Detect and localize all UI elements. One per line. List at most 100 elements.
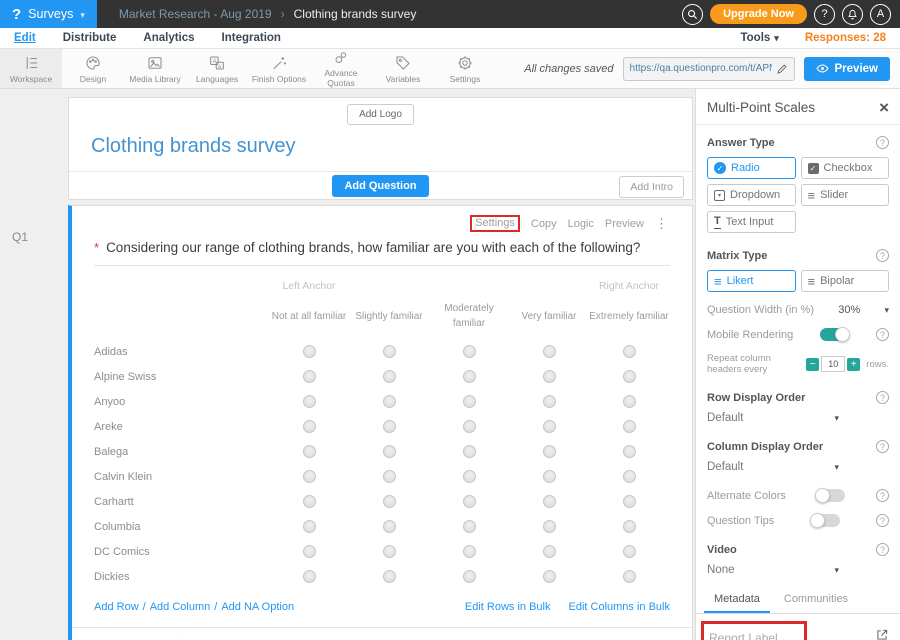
edit-pencil-icon[interactable] (776, 63, 788, 75)
matrix-radio[interactable] (383, 495, 396, 508)
matrix-radio[interactable] (623, 445, 636, 458)
survey-url-field[interactable]: https://qa.questionpro.com/t/APNrFZfQ (623, 57, 795, 81)
help-icon[interactable] (876, 136, 889, 149)
matrix-radio[interactable] (543, 370, 556, 383)
matrix-radio[interactable] (543, 495, 556, 508)
tool-advance-quotas[interactable]: Advance Quotas (310, 49, 372, 88)
help-icon[interactable] (876, 391, 889, 404)
tools-menu[interactable]: Tools (740, 32, 778, 44)
tab-integration[interactable]: Integration (222, 32, 281, 44)
add-intro-button[interactable]: Add Intro (619, 176, 684, 198)
matrix-radio[interactable] (543, 395, 556, 408)
matrix-radio[interactable] (543, 545, 556, 558)
edit-rows-in-bulk-link[interactable]: Edit Rows in Bulk (465, 601, 551, 613)
kebab-menu-icon[interactable] (655, 216, 668, 232)
help-icon[interactable] (876, 328, 889, 341)
matrix-radio[interactable] (623, 345, 636, 358)
stepper-value[interactable]: 10 (821, 356, 845, 372)
alternate-colors-toggle[interactable] (816, 489, 845, 502)
matrix-radio[interactable] (303, 420, 316, 433)
matrix-radio[interactable] (623, 495, 636, 508)
column-display-select[interactable]: Default (707, 461, 839, 473)
matrix-radio[interactable] (383, 345, 396, 358)
tab-communities[interactable]: Communities (774, 586, 858, 613)
matrix-radio[interactable] (623, 520, 636, 533)
answer-type-text-input[interactable]: TText Input (707, 211, 796, 233)
matrix-type-bipolar[interactable]: Bipolar (801, 270, 890, 292)
matrix-radio[interactable] (303, 345, 316, 358)
upgrade-now-button[interactable]: Upgrade Now (710, 4, 807, 24)
close-icon[interactable]: × (879, 99, 889, 116)
matrix-radio[interactable] (623, 420, 636, 433)
row-display-select[interactable]: Default (707, 412, 839, 424)
matrix-type-likert[interactable]: Likert (707, 270, 796, 292)
mobile-rendering-toggle[interactable] (820, 328, 849, 341)
stepper-plus-button[interactable]: + (847, 358, 860, 371)
matrix-radio[interactable] (543, 445, 556, 458)
help-button[interactable]: ? (814, 4, 835, 25)
matrix-radio[interactable] (623, 545, 636, 558)
matrix-radio[interactable] (303, 445, 316, 458)
matrix-radio[interactable] (623, 395, 636, 408)
matrix-radio[interactable] (383, 545, 396, 558)
matrix-radio[interactable] (543, 420, 556, 433)
add-logo-button[interactable]: Add Logo (347, 104, 414, 125)
help-icon[interactable] (876, 249, 889, 262)
matrix-radio[interactable] (383, 520, 396, 533)
question-preview-button[interactable]: Preview (605, 218, 644, 230)
matrix-radio[interactable] (543, 345, 556, 358)
matrix-radio[interactable] (463, 495, 476, 508)
question-logic-button[interactable]: Logic (568, 218, 594, 230)
answer-type-slider[interactable]: Slider (801, 184, 890, 206)
tool-languages[interactable]: Aa Languages (186, 49, 248, 88)
tool-design[interactable]: Design (62, 49, 124, 88)
matrix-radio[interactable] (543, 570, 556, 583)
help-icon[interactable] (876, 514, 889, 527)
open-in-new-icon[interactable] (875, 628, 889, 640)
matrix-radio[interactable] (623, 470, 636, 483)
matrix-radio[interactable] (303, 395, 316, 408)
search-button[interactable] (682, 4, 703, 25)
matrix-radio[interactable] (383, 420, 396, 433)
survey-title[interactable]: Clothing brands survey (91, 135, 692, 158)
avatar[interactable]: A (870, 4, 891, 25)
matrix-radio[interactable] (383, 395, 396, 408)
matrix-radio[interactable] (623, 570, 636, 583)
breadcrumb-project[interactable]: Market Research - Aug 2019 (119, 7, 272, 21)
tool-media-library[interactable]: Media Library (124, 49, 186, 88)
edit-columns-in-bulk-link[interactable]: Edit Columns in Bulk (569, 601, 671, 613)
question-settings-button[interactable]: Settings (470, 215, 520, 232)
matrix-radio[interactable] (623, 370, 636, 383)
tab-edit[interactable]: Edit (14, 32, 36, 44)
tool-variables[interactable]: Variables (372, 49, 434, 88)
tab-metadata[interactable]: Metadata (704, 586, 770, 613)
responses-count[interactable]: Responses: 28 (805, 32, 886, 44)
matrix-radio[interactable] (463, 545, 476, 558)
matrix-radio[interactable] (463, 395, 476, 408)
add-question-button[interactable]: Add Question (332, 175, 428, 197)
add-row-link[interactable]: Add Row (94, 601, 139, 613)
question-width-value[interactable]: 30% (838, 304, 860, 316)
tool-workspace[interactable]: Workspace (0, 49, 62, 88)
matrix-radio[interactable] (383, 470, 396, 483)
matrix-radio[interactable] (383, 445, 396, 458)
notifications-button[interactable] (842, 4, 863, 25)
answer-type-radio[interactable]: Radio (707, 157, 796, 179)
tab-distribute[interactable]: Distribute (63, 32, 117, 44)
tool-finish-options[interactable]: Finish Options (248, 49, 310, 88)
matrix-radio[interactable] (463, 445, 476, 458)
answer-type-dropdown[interactable]: Dropdown (707, 184, 796, 206)
tab-analytics[interactable]: Analytics (143, 32, 194, 44)
matrix-radio[interactable] (463, 570, 476, 583)
stepper-minus-button[interactable]: − (806, 358, 819, 371)
help-icon[interactable] (876, 440, 889, 453)
tool-settings[interactable]: Settings (434, 49, 496, 88)
matrix-radio[interactable] (303, 370, 316, 383)
preview-button[interactable]: Preview (804, 57, 890, 81)
matrix-radio[interactable] (303, 470, 316, 483)
matrix-radio[interactable] (463, 520, 476, 533)
matrix-radio[interactable] (463, 470, 476, 483)
matrix-radio[interactable] (303, 520, 316, 533)
add-na-option-link[interactable]: Add NA Option (221, 601, 294, 613)
help-icon[interactable] (876, 543, 889, 556)
